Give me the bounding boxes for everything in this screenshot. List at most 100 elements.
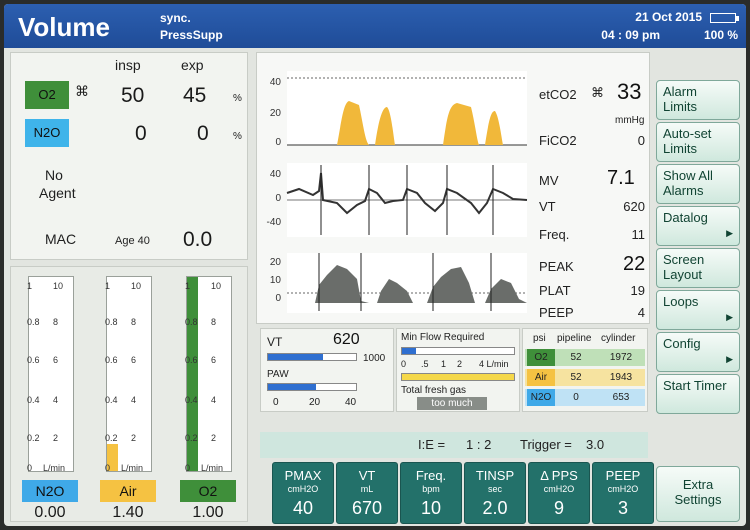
flowmeter-scale-left: 0.4: [105, 395, 118, 405]
peep-label: PEEP: [539, 305, 574, 320]
flow-scale-2: 2: [457, 359, 463, 369]
setting-button[interactable]: Δ PPS cmH2O 9: [528, 462, 590, 524]
cylinder-psi: 653: [612, 392, 630, 403]
co2-scale-20: 20: [269, 108, 281, 119]
flowmeter-scale-left: 0.2: [27, 433, 40, 443]
setting-unit: cmH2O: [287, 484, 319, 494]
vt-box-label: VT: [267, 335, 283, 349]
trigger-label: Trigger =: [520, 437, 572, 452]
flowmeter-scale-left: 0: [27, 463, 33, 473]
flowmeter-scale-right: 6: [131, 355, 137, 365]
vt-label: VT: [539, 199, 556, 214]
fresh-gas-panel: Min Flow Required 0 .5 1 2 4 L/min Total…: [396, 328, 520, 412]
flowmeter-scale-right: L/min: [201, 463, 224, 473]
setting-unit: bpm: [422, 484, 440, 494]
flowmeter-tube-2: 1 0.8 0.6 0.4 0.2 0 10 8 6 4 2 L/min: [185, 276, 232, 473]
paw-bar-track: [267, 383, 357, 391]
expand-arrow-icon: ▶: [726, 354, 733, 364]
pipeline-row: Air 52 1943: [525, 369, 645, 386]
flowmeter-scale-right: 10: [131, 281, 142, 291]
flowmeter-gas-label: O2: [180, 480, 236, 502]
loops-button[interactable]: Loops ▶: [656, 290, 740, 330]
setting-value: 9: [553, 498, 564, 518]
flowmeter-scale-right: 10: [211, 281, 222, 291]
vt-bar-fill: [268, 354, 323, 360]
setting-button[interactable]: TINSP sec 2.0: [464, 462, 526, 524]
n2o-insp-value: 0: [135, 122, 147, 145]
waveform-panel: 40 20 0 40 0 -40 20 10 0 etCO2 ⌘ 33 mmHg…: [256, 52, 650, 324]
header-bar: Volume sync. PressSupp 21 Oct 2015 04 : …: [4, 4, 746, 48]
fico2-label: FiCO2: [539, 133, 577, 148]
extra-settings-button[interactable]: Extra Settings: [656, 466, 740, 522]
age-label: Age 40: [115, 235, 150, 247]
config-label: Config: [663, 336, 701, 351]
setting-button[interactable]: PEEP cmH2O 3: [592, 462, 654, 524]
setting-name: Freq.: [415, 468, 447, 483]
o2-exp-value: 45: [183, 84, 207, 107]
flowmeter-scale-left: 0.4: [27, 395, 40, 405]
start-timer-button[interactable]: Start Timer: [656, 374, 740, 414]
co2-scale-0: 0: [275, 137, 281, 148]
flowmeter-scale-right: 2: [53, 433, 59, 443]
alarm-limits-button[interactable]: Alarm Limits: [656, 80, 740, 120]
etco2-value: 33: [617, 79, 642, 104]
mac-label: MAC: [45, 231, 77, 247]
gas-monitor-panel: insp exp O2 ⌘ 50 45 % N2O 0 0 % No Agent…: [10, 52, 248, 260]
setting-value: 670: [351, 498, 383, 518]
loops-label: Loops: [663, 294, 699, 309]
peak-label: PEAK: [539, 259, 574, 274]
datalog-button[interactable]: Datalog ▶: [656, 206, 740, 246]
freq-label: Freq.: [539, 227, 570, 242]
autoset-limits-button[interactable]: Auto-set Limits: [656, 122, 740, 162]
setting-name: PEEP: [605, 468, 641, 483]
n2o-label-box: N2O: [25, 119, 69, 147]
fresh-gas-label: Total fresh gas: [401, 385, 467, 396]
fresh-gas-status: too much: [417, 397, 487, 410]
pipeline-header: pipeline: [557, 333, 592, 344]
setting-unit: mL: [360, 484, 374, 494]
show-all-alarms-button[interactable]: Show All Alarms: [656, 164, 740, 204]
submode-line-1: sync.: [160, 11, 191, 25]
flowmeter-tube-0: 1 0.8 0.6 0.4 0.2 0 10 8 6 4 2 L/min: [27, 276, 74, 473]
flowmeter-scale-right: 8: [131, 317, 137, 327]
cylinder-psi: 1972: [609, 352, 633, 363]
vt-box-value: 620: [333, 331, 360, 348]
ventilation-mode[interactable]: Volume: [18, 12, 110, 43]
date-display: 21 Oct 2015: [635, 10, 702, 24]
paw-scale-neg40: -40: [266, 217, 281, 228]
plat-label: PLAT: [539, 283, 571, 298]
config-button[interactable]: Config ▶: [656, 332, 740, 372]
pipeline-gas: N2O: [527, 389, 555, 406]
flowmeter-scale-right: 6: [53, 355, 59, 365]
mac-value: 0.0: [183, 228, 213, 251]
flowmeter-scale-right: 2: [131, 433, 137, 443]
flowmeter-scale-left: 0.8: [105, 317, 118, 327]
cylinder-psi: 1943: [609, 372, 633, 383]
flowmeter-scale-left: 1: [105, 281, 111, 291]
pipeline-gas: Air: [527, 369, 555, 386]
flowmeter-tube-1: 1 0.8 0.6 0.4 0.2 0 10 8 6 4 2 L/min: [105, 276, 152, 473]
flowmeter-gas-label: N2O: [22, 480, 78, 502]
setting-button[interactable]: VT mL 670: [336, 462, 398, 524]
mv-label: MV: [539, 173, 559, 188]
setting-name: TINSP: [475, 468, 515, 483]
agent-line-1: No: [45, 167, 63, 183]
flowmeter-scale-right: 2: [211, 433, 217, 443]
flowmeter-scale-right: L/min: [43, 463, 66, 473]
setting-button[interactable]: PMAX cmH2O 40: [272, 462, 334, 524]
paw-scale-40: 40: [345, 397, 357, 408]
flowmeter-scale-right: 4: [53, 395, 59, 405]
vt-paw-panel: VT 620 1000 PAW 0 20 40: [260, 328, 394, 412]
etco2-unit: mmHg: [615, 115, 645, 126]
flow-scale-05: .5: [421, 359, 429, 369]
setting-button[interactable]: Freq. bpm 10: [400, 462, 462, 524]
etco2-label: etCO2: [539, 87, 577, 102]
expand-arrow-icon: ▶: [726, 312, 733, 322]
screen-layout-button[interactable]: Screen Layout: [656, 248, 740, 288]
pipeline-psi: 0: [573, 392, 579, 403]
setting-name: PMAX: [284, 468, 322, 483]
setting-unit: sec: [487, 484, 502, 494]
flowmeter-scale-right: L/min: [121, 463, 144, 473]
flowmeter-gas-label: Air: [100, 480, 156, 502]
flowmeter-scale-right: 8: [53, 317, 59, 327]
